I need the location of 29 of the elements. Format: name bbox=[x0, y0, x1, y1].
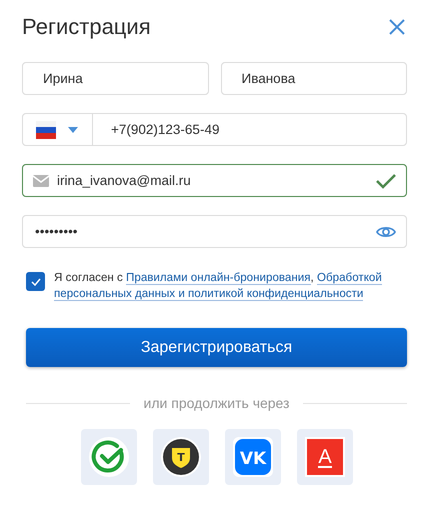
country-select[interactable] bbox=[33, 114, 93, 145]
envelope-icon bbox=[33, 174, 49, 186]
dialog-title: Регистрация bbox=[22, 14, 151, 40]
check-circle-logo bbox=[88, 437, 128, 477]
consent-text: Я согласен с Правилами онлайн-бронирования, Обработкой персональных данных и политикой конфиденциальности bbox=[54, 270, 383, 302]
check-icon bbox=[376, 172, 396, 188]
close-button[interactable] bbox=[387, 17, 407, 37]
phone-field[interactable]: +7(902)123-65-49 bbox=[22, 113, 407, 146]
password-field[interactable]: ••••••••• bbox=[22, 215, 407, 248]
login-provider-button[interactable] bbox=[80, 429, 136, 485]
email-field[interactable]: irina_ivanova@mail.ru bbox=[22, 164, 407, 197]
register-button[interactable]: Зарегистрироваться bbox=[26, 328, 407, 367]
divider-text: или продолжить через bbox=[144, 395, 290, 411]
last-name-field[interactable]: Иванова bbox=[220, 62, 407, 95]
shield-logo: Т bbox=[160, 437, 200, 477]
alfa-logo: А bbox=[304, 437, 344, 477]
policy-link[interactable]: персональных данных и политикой конфиденциальности bbox=[54, 287, 364, 301]
login-provider-button[interactable]: А bbox=[296, 429, 352, 485]
caret-icon bbox=[68, 126, 78, 132]
check-icon bbox=[30, 278, 40, 286]
first-name-field[interactable]: Ирина bbox=[22, 62, 208, 95]
vk-logo: VK bbox=[232, 437, 272, 477]
policy-link[interactable]: Правилами онлайн-бронирования bbox=[126, 271, 311, 285]
policy-link[interactable]: Обработкой bbox=[317, 271, 382, 285]
consent-checkbox[interactable] bbox=[26, 272, 45, 291]
login-provider-button[interactable]: Т bbox=[152, 429, 208, 485]
flag-icon bbox=[36, 120, 56, 138]
login-provider-button[interactable]: VK bbox=[224, 429, 280, 485]
eye-icon[interactable] bbox=[376, 224, 396, 238]
